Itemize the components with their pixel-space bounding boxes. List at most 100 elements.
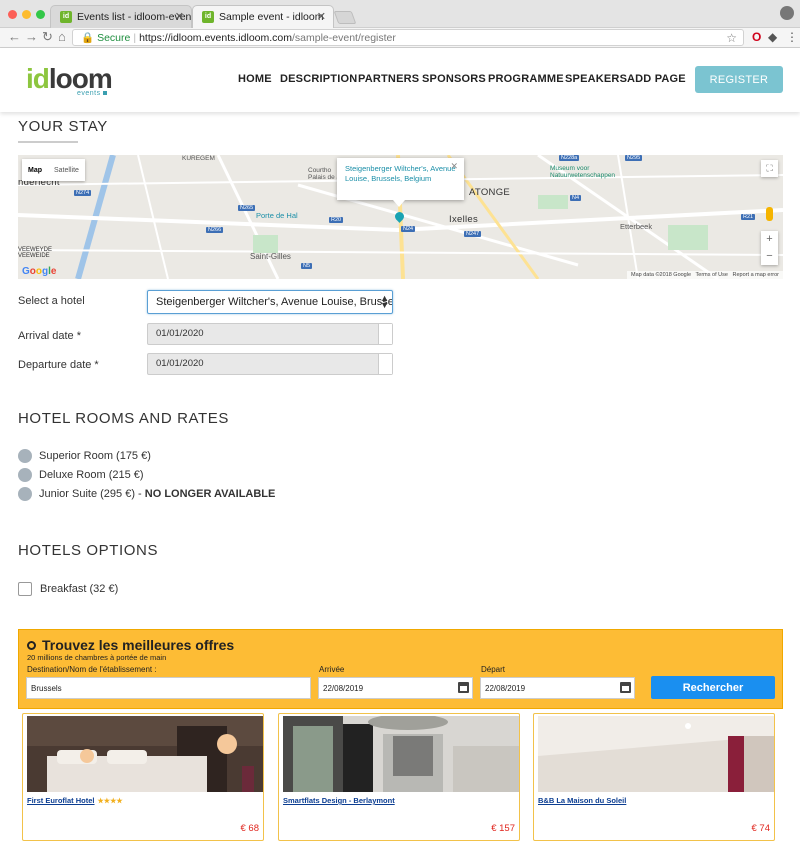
map-label: VEEWEYDE VEEWEIDE — [18, 247, 53, 259]
minimize-window-icon[interactable] — [22, 10, 31, 19]
secure-label: Secure — [97, 32, 131, 44]
url-separator: | — [133, 32, 137, 44]
hotel-photo[interactable] — [283, 716, 519, 792]
forward-arrow-icon[interactable]: → — [25, 29, 38, 44]
tab-title: Sample event - idloom — [219, 11, 324, 23]
road-number-badge: N228a — [559, 155, 580, 161]
arrival-date-picker-button[interactable] — [378, 324, 392, 344]
room-option-junior-suite[interactable]: Junior Suite (295 €) - NO LONGER AVAILAB… — [18, 487, 275, 501]
map-label: Etterbeek — [620, 222, 653, 231]
departure-date-field[interactable]: 01/01/2020 — [147, 353, 393, 375]
booking-title: Trouvez les meilleures offres — [27, 637, 234, 653]
search-button[interactable]: Rechercher — [651, 676, 775, 699]
booking-search-widget: Trouvez les meilleures offres 20 million… — [18, 629, 783, 709]
hotel-price: € 68 — [240, 823, 260, 834]
hotel-card[interactable]: Smartflats Design - Berlaymont € 157 — [278, 713, 520, 841]
hotel-select-label: Select a hotel — [18, 295, 85, 307]
close-window-icon[interactable] — [8, 10, 17, 19]
back-arrow-icon[interactable]: ← — [8, 29, 21, 44]
departure-label: Départ — [481, 665, 506, 674]
reload-icon[interactable]: ↻ — [42, 29, 53, 45]
register-button[interactable]: REGISTER — [695, 66, 783, 93]
map-report-error-link[interactable]: Report a map error — [733, 272, 779, 278]
select-arrows-icon: ▲ ▼ — [380, 293, 389, 310]
destination-input[interactable]: Brussels — [26, 677, 311, 699]
hotel-card[interactable]: First Euroflat Hotel ★★★★ € 68 — [22, 713, 264, 841]
zoom-control[interactable]: + − — [761, 231, 778, 265]
map-terms-link[interactable]: Terms of Use — [696, 272, 728, 278]
hotel-price: € 157 — [491, 823, 515, 834]
hotel-card[interactable]: B&B La Maison du Soleil € 74 — [533, 713, 775, 841]
fullscreen-icon[interactable]: ⛶ — [761, 160, 778, 177]
idloom-favicon-icon: id — [202, 11, 214, 23]
home-icon[interactable]: ⌂ — [58, 29, 66, 44]
arrival-input[interactable]: 22/08/2019 — [318, 677, 473, 699]
map-type-control[interactable]: Map Satellite — [22, 159, 85, 181]
room-label: Deluxe Room (215 €) — [39, 469, 144, 481]
room-option-superior[interactable]: Superior Room (175 €) — [18, 449, 151, 463]
lock-icon: 🔒 — [81, 32, 95, 44]
address-bar-row: ← → ↻ ⌂ 🔒 Secure | https://idloom.events.id… — [0, 28, 800, 48]
opera-extension-icon[interactable]: O — [752, 30, 761, 44]
booking-title-text: Trouvez les meilleures offres — [42, 637, 235, 653]
maximize-window-icon[interactable] — [36, 10, 45, 19]
browser-tab-events-list[interactable]: id Events list - idloom-events ✕ — [50, 5, 192, 28]
calendar-icon[interactable] — [620, 682, 631, 693]
street-view-pegman-icon[interactable] — [766, 207, 773, 221]
nav-programme[interactable]: PROGRAMME — [488, 73, 564, 85]
close-tab-icon[interactable]: ✕ — [317, 10, 326, 23]
hotel-price: € 74 — [751, 823, 771, 834]
zoom-out-icon[interactable]: − — [761, 248, 778, 265]
nav-description[interactable]: DESCRIPTION — [280, 73, 357, 85]
zoom-in-icon[interactable]: + — [761, 231, 778, 248]
profile-icon[interactable] — [780, 6, 794, 20]
departure-input[interactable]: 22/08/2019 — [480, 677, 635, 699]
booking-subtitle: 20 millions de chambres à portée de main — [27, 653, 167, 662]
map-label: Saint-Gilles — [250, 252, 291, 261]
idloom-logo[interactable]: idloom — [26, 65, 113, 93]
calendar-icon[interactable] — [458, 682, 469, 693]
extension-puzzle-icon[interactable]: ◆ — [768, 30, 777, 44]
hotel-name-link[interactable]: B&B La Maison du Soleil — [538, 796, 626, 805]
hotel-map[interactable]: Map Satellite KUREGEM nderlecht Courtho … — [18, 155, 783, 279]
browser-tab-sample-event[interactable]: id Sample event - idloom ✕ — [192, 5, 334, 28]
hotel-name[interactable]: First Euroflat Hotel — [27, 796, 95, 805]
map-type-satellite[interactable]: Satellite — [48, 167, 85, 174]
radio-button[interactable] — [18, 449, 32, 463]
room-option-deluxe[interactable]: Deluxe Room (215 €) — [18, 468, 144, 482]
hotel-select[interactable]: Steigenberger Wiltcher's, Avenue Louise,… — [147, 290, 393, 314]
new-tab-button[interactable] — [333, 11, 357, 24]
breakfast-checkbox[interactable] — [18, 582, 32, 596]
nav-partners[interactable]: PARTNERS — [358, 73, 419, 85]
close-popup-icon[interactable]: ✕ — [450, 161, 458, 171]
departure-date-picker-button[interactable] — [378, 354, 392, 374]
destination-label: Destination/Nom de l'établissement : — [27, 665, 157, 674]
map-type-map[interactable]: Map — [22, 167, 48, 174]
hotel-name-link[interactable]: Smartflats Design - Berlaymont — [283, 796, 395, 805]
bookmark-star-icon[interactable]: ☆ — [726, 30, 737, 46]
unavailable-note: NO LONGER AVAILABLE — [144, 488, 276, 500]
hotel-photo[interactable] — [538, 716, 774, 792]
arrival-date-field[interactable]: 01/01/2020 — [147, 323, 393, 345]
browser-tab-strip: id Events list - idloom-events ✕ id Samp… — [0, 0, 800, 28]
close-tab-icon[interactable]: ✕ — [175, 10, 184, 23]
map-label: ATONGE — [469, 187, 511, 198]
nav-add-page[interactable]: ADD PAGE — [627, 73, 686, 85]
hotel-name-link[interactable]: First Euroflat Hotel ★★★★ — [27, 796, 123, 805]
arrival-label: Arrivée — [319, 665, 345, 674]
radio-button[interactable] — [18, 468, 32, 482]
destination-value: Brussels — [31, 684, 62, 693]
browser-menu-icon[interactable]: ⋮ — [786, 30, 798, 44]
radio-button[interactable] — [18, 487, 32, 501]
idloom-favicon-icon: id — [60, 11, 72, 23]
nav-sponsors[interactable]: SPONSORS — [422, 73, 486, 85]
arrival-date-label: Arrival date * — [18, 330, 81, 342]
url-host: https://idloom.events.idloom.com — [139, 32, 292, 44]
url-input[interactable]: 🔒 Secure | https://idloom.events.idloom.com… — [72, 29, 744, 46]
search-icon — [27, 641, 36, 650]
breakfast-option[interactable]: Breakfast (32 €) — [18, 582, 118, 596]
nav-home[interactable]: HOME — [238, 73, 272, 85]
nav-speakers[interactable]: SPEAKERS — [565, 73, 627, 85]
hotel-photo[interactable] — [27, 716, 263, 792]
road-number-badge: N4 — [570, 195, 582, 201]
